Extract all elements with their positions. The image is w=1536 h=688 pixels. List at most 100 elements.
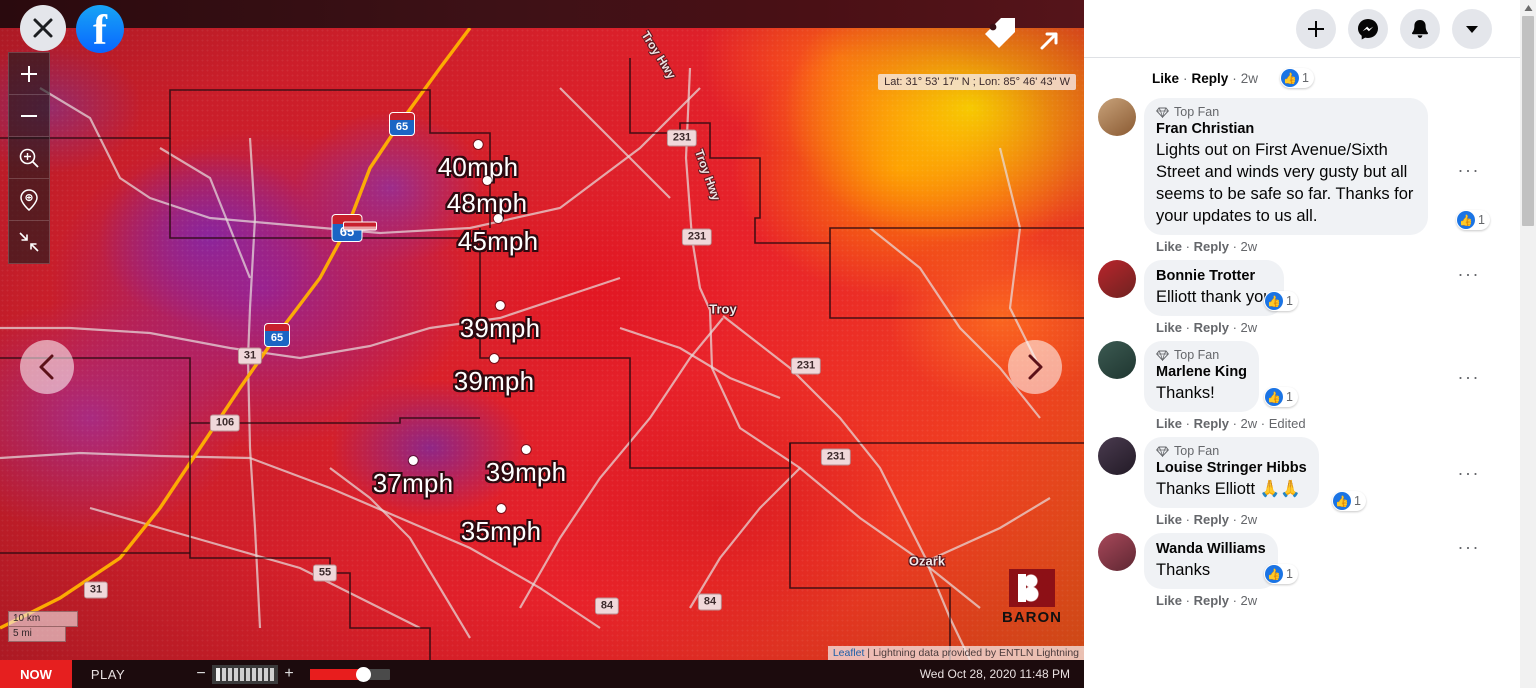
comment-author[interactable]: Fran Christian: [1156, 120, 1416, 139]
avatar[interactable]: [1098, 341, 1136, 379]
create-button[interactable]: [1296, 8, 1336, 49]
comment-menu-button[interactable]: ···: [1458, 537, 1480, 558]
comment-actions: Like · Reply · 2w: [1156, 512, 1258, 527]
top-fan-label: Top Fan: [1174, 105, 1220, 119]
comment-menu-button[interactable]: ···: [1458, 264, 1480, 285]
comment-author[interactable]: Bonnie Trotter: [1156, 267, 1272, 286]
avatar[interactable]: [1098, 437, 1136, 475]
station-dot-icon: [493, 214, 503, 223]
like-action[interactable]: Like: [1156, 593, 1182, 608]
leaflet-link[interactable]: Leaflet: [833, 647, 865, 659]
reaction-pill[interactable]: 👍 1: [1264, 564, 1298, 584]
comment-text: Thanks Elliott 🙏🙏: [1156, 480, 1301, 498]
messenger-button[interactable]: [1348, 8, 1388, 49]
play-button[interactable]: PLAY: [72, 660, 144, 688]
like-action[interactable]: Like: [1156, 320, 1182, 335]
reply-action[interactable]: Reply: [1194, 416, 1229, 431]
wind-speed-label: 37mph: [372, 468, 454, 498]
reply-action[interactable]: Reply: [1194, 512, 1229, 527]
comments-list[interactable]: Like · Reply · 2w 👍 1 Top Fan Fran Christian L…: [1084, 58, 1524, 688]
zoom-out-button[interactable]: [9, 95, 49, 137]
map-search-button[interactable]: [9, 137, 49, 179]
facebook-logo[interactable]: f: [76, 5, 124, 53]
panel-scrollbar[interactable]: [1520, 0, 1536, 688]
timeline-handle[interactable]: [356, 666, 371, 682]
speed-increase-button[interactable]: +: [278, 665, 300, 683]
station-dot-icon: [482, 176, 492, 185]
interstate-shield: 65: [389, 112, 415, 136]
reaction-count: 1: [1286, 567, 1293, 581]
like-action[interactable]: Like: [1156, 416, 1182, 431]
timeline-slider[interactable]: [310, 666, 390, 682]
zoom-in-button[interactable]: [9, 53, 49, 95]
avatar[interactable]: [1098, 98, 1136, 136]
collapse-arrows-icon: [19, 232, 39, 252]
reply-action[interactable]: Reply: [1192, 71, 1229, 86]
reply-action[interactable]: Reply: [1194, 320, 1229, 335]
scale-km: 10 km: [8, 611, 78, 627]
comment-item: Bonnie Trotter Elliott thank you Like · Re…: [1084, 256, 1524, 337]
avatar[interactable]: [1098, 260, 1136, 298]
scroll-up-button[interactable]: [1520, 0, 1536, 16]
reaction-count: 1: [1286, 390, 1293, 404]
station-dot-icon: [495, 301, 505, 310]
reaction-pill[interactable]: 👍 1: [1264, 387, 1298, 407]
account-menu-button[interactable]: [1452, 8, 1492, 49]
like-action[interactable]: Like: [1152, 71, 1179, 86]
wind-observation: 45mph: [458, 214, 539, 257]
reaction-pill[interactable]: 👍 1: [1456, 210, 1490, 230]
avatar[interactable]: [1098, 533, 1136, 571]
now-button[interactable]: NOW: [0, 660, 72, 688]
attribution-text: | Lightning data provided by ENTLN Light…: [867, 647, 1079, 659]
speed-bar: [264, 667, 268, 681]
facebook-f-icon: f: [93, 8, 107, 53]
comment-menu-button[interactable]: ···: [1458, 160, 1480, 181]
expand-button[interactable]: [1032, 24, 1066, 63]
collapse-button[interactable]: [9, 221, 49, 263]
previous-frame-button[interactable]: [20, 340, 74, 394]
like-action[interactable]: Like: [1156, 239, 1182, 254]
comment-time: 2w: [1240, 239, 1258, 254]
close-button[interactable]: [20, 5, 66, 51]
station-dot-icon: [496, 504, 506, 513]
wind-speed-label: 35mph: [460, 516, 542, 546]
comment-author[interactable]: Louise Stringer Hibbs: [1156, 459, 1307, 478]
wind-speed-label: 39mph: [459, 313, 541, 343]
edited-label: Edited: [1268, 416, 1306, 431]
speed-bar: [258, 667, 262, 681]
wind-observation: 48mph: [447, 176, 528, 219]
reply-action[interactable]: Reply: [1194, 593, 1229, 608]
reaction-pill[interactable]: 👍 1: [1332, 491, 1366, 511]
speed-bar: [234, 667, 238, 681]
comment-actions: Like · Reply · 2w: [1156, 593, 1258, 608]
comment-author[interactable]: Marlene King: [1156, 363, 1247, 382]
comment-bubble: Top Fan Marlene King Thanks!: [1144, 341, 1260, 412]
reaction-pill[interactable]: 👍 1: [1264, 291, 1298, 311]
comment-time: 2w: [1240, 416, 1258, 431]
speed-bar: [228, 667, 232, 681]
reaction-pill[interactable]: 👍 1: [1280, 68, 1314, 88]
comment-menu-button[interactable]: ···: [1458, 463, 1480, 484]
locate-button[interactable]: [9, 179, 49, 221]
top-fan-label: Top Fan: [1174, 444, 1220, 458]
facebook-panel: Like · Reply · 2w 👍 1 Top Fan Fran Christian L…: [1084, 0, 1536, 688]
chevron-left-icon: [39, 354, 54, 380]
next-frame-button[interactable]: [1008, 340, 1062, 394]
map-canvas[interactable]: 40mph 48mph 45mph 39mph 39mph 39mph 37mph 35mph…: [0, 28, 1084, 660]
notifications-button[interactable]: [1400, 8, 1440, 49]
speed-level-bars[interactable]: [212, 664, 278, 684]
scrollbar-thumb[interactable]: [1522, 16, 1534, 226]
tag-button[interactable]: [980, 12, 1020, 57]
speed-decrease-button[interactable]: −: [190, 665, 212, 683]
comment-time: 2w: [1240, 70, 1259, 86]
top-fan-badge: Top Fan: [1156, 444, 1307, 458]
timeline-progress: [310, 668, 362, 680]
like-action[interactable]: Like: [1156, 512, 1182, 527]
comment-item: Top Fan Louise Stringer Hibbs Thanks Ellio…: [1084, 433, 1524, 529]
comment-menu-button[interactable]: ···: [1458, 367, 1480, 388]
reply-action[interactable]: Reply: [1194, 239, 1229, 254]
scale-mi: 5 mi: [8, 627, 66, 642]
speed-bar: [222, 667, 226, 681]
comment-body: Top Fan Fran Christian Lights out on First…: [1144, 98, 1524, 256]
comment-author[interactable]: Wanda Williams: [1156, 540, 1266, 559]
